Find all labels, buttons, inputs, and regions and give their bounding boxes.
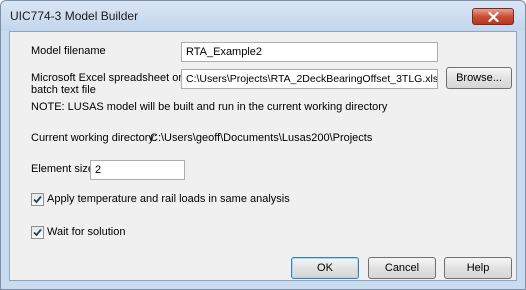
- checkmark-icon: [33, 228, 42, 237]
- note-text: NOTE: LUSAS model will be built and run …: [31, 101, 388, 113]
- close-button[interactable]: [472, 8, 514, 25]
- dialog-content: Model filename RTA_Example2 Microsoft Ex…: [9, 31, 517, 281]
- model-filename-input[interactable]: RTA_Example2: [181, 42, 438, 62]
- element-size-label: Element size: [31, 163, 94, 175]
- excel-file-label-line2: batch text file: [31, 84, 96, 96]
- ok-button[interactable]: OK: [291, 257, 359, 279]
- working-directory-value: C:\Users\geoff\Documents\Lusas200\Projec…: [150, 132, 373, 144]
- excel-file-label-line1: Microsoft Excel spreadsheet or: [31, 72, 183, 84]
- browse-button[interactable]: Browse...: [446, 67, 512, 89]
- title-bar[interactable]: UIC774-3 Model Builder: [1, 1, 525, 31]
- excel-file-input[interactable]: C:\Users\Projects\RTA_2DeckBearingOffset…: [181, 69, 438, 89]
- help-button[interactable]: Help: [444, 257, 512, 279]
- wait-for-solution-label[interactable]: Wait for solution: [47, 226, 125, 238]
- wait-for-solution-checkbox[interactable]: [31, 226, 44, 239]
- cancel-button[interactable]: Cancel: [368, 257, 436, 279]
- window-title: UIC774-3 Model Builder: [10, 9, 139, 23]
- model-filename-label: Model filename: [31, 45, 106, 57]
- dialog-window: UIC774-3 Model Builder Model filename RT…: [0, 0, 526, 290]
- checkmark-icon: [33, 195, 42, 204]
- apply-loads-checkbox[interactable]: [31, 193, 44, 206]
- element-size-input[interactable]: 2: [90, 160, 185, 180]
- working-directory-label: Current working directory:: [31, 132, 157, 144]
- close-icon: [488, 12, 499, 22]
- apply-loads-label[interactable]: Apply temperature and rail loads in same…: [47, 193, 290, 205]
